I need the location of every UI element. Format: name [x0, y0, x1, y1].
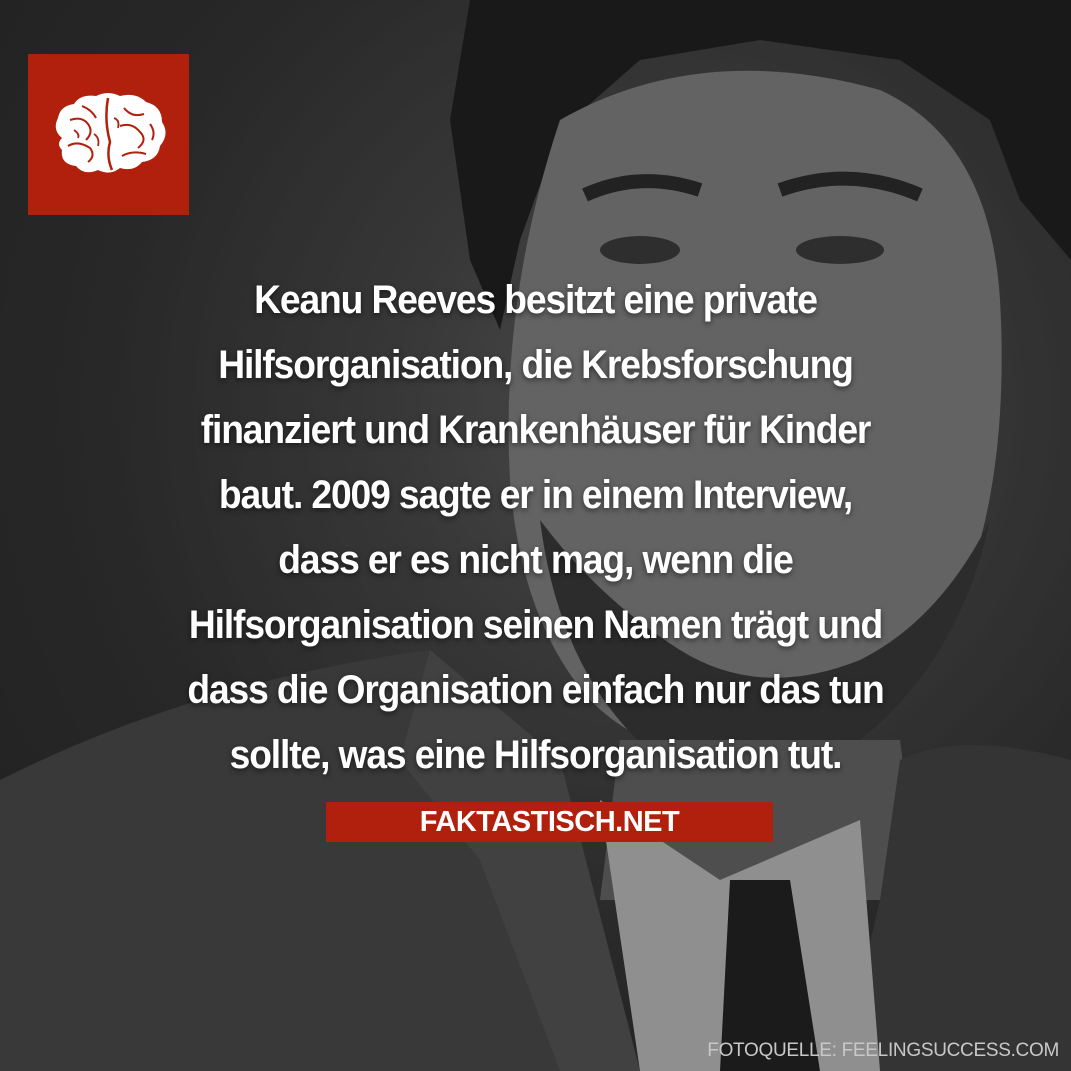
fact-line: Keanu Reeves besitzt eine private: [254, 278, 818, 322]
fact-line: Hilfsorganisation, die Krebsforschung: [218, 343, 854, 387]
fact-text: Keanu Reeves besitzt eine private Hilfso…: [93, 268, 977, 788]
brand-label: FAKTASTISCH.NET: [419, 805, 680, 838]
post-image: Keanu Reeves besitzt eine private Hilfso…: [0, 0, 1071, 1071]
photo-credit: FOTOQUELLE: FEELINGSUCCESS.COM: [707, 1040, 1059, 1061]
fact-line: baut. 2009 sagte er in einem Interview,: [218, 473, 853, 517]
brain-icon: [55, 93, 166, 173]
fact-line: finanziert und Krankenhäuser für Kinder: [200, 408, 872, 452]
fact-line: sollte, was eine Hilfsorganisation tut.: [229, 733, 843, 777]
brand-banner: FAKTASTISCH.NET: [326, 802, 773, 842]
fact-line: Hilfsorganisation seinen Namen trägt und: [188, 603, 883, 647]
fact-line: dass die Organisation einfach nur das tu…: [187, 668, 884, 712]
fact-line: dass er es nicht mag, wenn die: [278, 538, 793, 582]
logo: [28, 54, 189, 215]
